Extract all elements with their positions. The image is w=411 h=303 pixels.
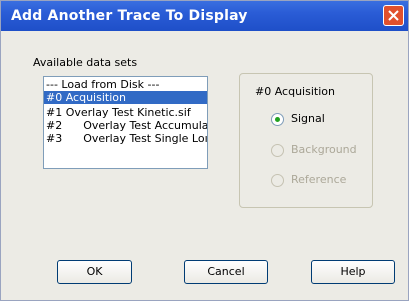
close-button[interactable]	[383, 5, 404, 26]
add-trace-dialog: Add Another Trace To Display Available d…	[0, 0, 409, 301]
dialog-title: Add Another Trace To Display	[11, 8, 248, 24]
background-label[interactable]: Background	[291, 143, 357, 156]
ok-button[interactable]: OK	[57, 260, 132, 284]
background-radio[interactable]	[271, 144, 284, 157]
list-item[interactable]: --- Load from Disk ---	[46, 78, 159, 91]
list-item[interactable]: #3 Overlay Test Single Loı	[46, 132, 207, 145]
datasets-listbox[interactable]: --- Load from Disk --- #0 Acquisition #1…	[43, 76, 208, 169]
reference-radio[interactable]	[271, 174, 284, 187]
cancel-button[interactable]: Cancel	[184, 260, 268, 284]
list-item[interactable]: #1 Overlay Test Kinetic.sif	[46, 106, 191, 119]
group-title: #0 Acquisition	[255, 85, 335, 98]
signal-label[interactable]: Signal	[291, 112, 325, 125]
signal-radio[interactable]	[271, 113, 284, 126]
datasets-label: Available data sets	[33, 56, 138, 69]
help-button[interactable]: Help	[311, 260, 395, 284]
radio-dot-icon	[275, 117, 280, 122]
close-icon	[388, 10, 399, 21]
list-item[interactable]: #2 Overlay Test Accumula	[46, 119, 207, 132]
title-bar[interactable]: Add Another Trace To Display	[1, 1, 408, 31]
list-item-selected[interactable]: #0 Acquisition	[44, 91, 207, 104]
reference-label[interactable]: Reference	[291, 173, 346, 186]
